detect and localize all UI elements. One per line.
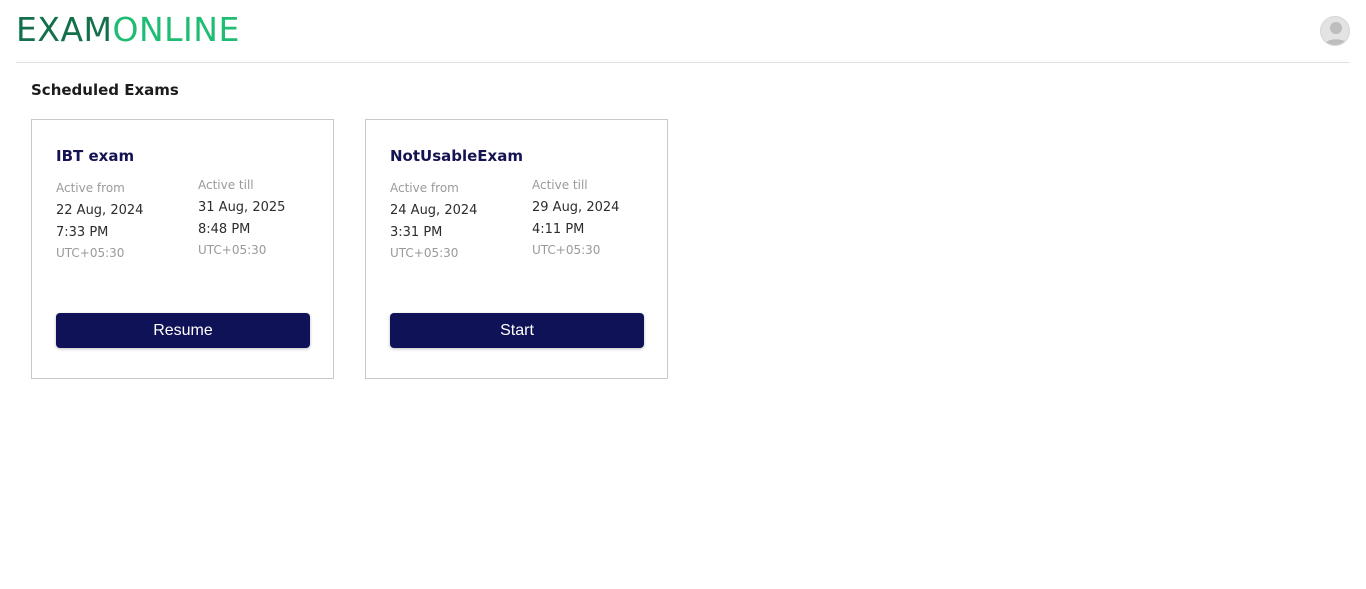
active-from-label: Active from [390, 181, 459, 195]
active-till-time: 4:11 PM [532, 222, 585, 237]
active-till-time: 8:48 PM [198, 222, 251, 237]
active-from-timezone: UTC+05:30 [56, 246, 125, 260]
active-till-label: Active till [532, 178, 588, 192]
exam-card: IBT exam Active from 22 Aug, 2024 7:33 P… [31, 119, 334, 379]
logo-text-online: ONLINE [112, 10, 240, 49]
active-till-block: Active till 29 Aug, 2024 4:11 PM UTC+05:… [532, 175, 662, 259]
active-from-time: 7:33 PM [56, 225, 109, 240]
active-till-timezone: UTC+05:30 [532, 243, 601, 257]
active-from-timezone: UTC+05:30 [390, 246, 459, 260]
active-from-block: Active from 24 Aug, 2024 3:31 PM UTC+05:… [390, 178, 520, 262]
logo-text-exam: EXAM [16, 10, 113, 49]
exam-card: NotUsableExam Active from 24 Aug, 2024 3… [365, 119, 668, 379]
active-from-time: 3:31 PM [390, 225, 443, 240]
active-till-block: Active till 31 Aug, 2025 8:48 PM UTC+05:… [198, 175, 328, 259]
active-from-date: 22 Aug, 2024 [56, 203, 144, 218]
active-from-date: 24 Aug, 2024 [390, 203, 478, 218]
active-from-block: Active from 22 Aug, 2024 7:33 PM UTC+05:… [56, 178, 186, 262]
active-till-label: Active till [198, 178, 254, 192]
page-title: Scheduled Exams [31, 81, 179, 99]
active-till-date: 31 Aug, 2025 [198, 200, 286, 215]
user-avatar-icon[interactable] [1320, 16, 1350, 46]
active-till-date: 29 Aug, 2024 [532, 200, 620, 215]
app-logo[interactable]: EXAMONLINE [16, 11, 240, 49]
exam-title: NotUsableExam [390, 147, 523, 165]
app-header: EXAMONLINE [16, 0, 1350, 63]
resume-button[interactable]: Resume [56, 313, 310, 348]
exam-title: IBT exam [56, 147, 135, 165]
start-button[interactable]: Start [390, 313, 644, 348]
active-from-label: Active from [56, 181, 125, 195]
active-till-timezone: UTC+05:30 [198, 243, 267, 257]
